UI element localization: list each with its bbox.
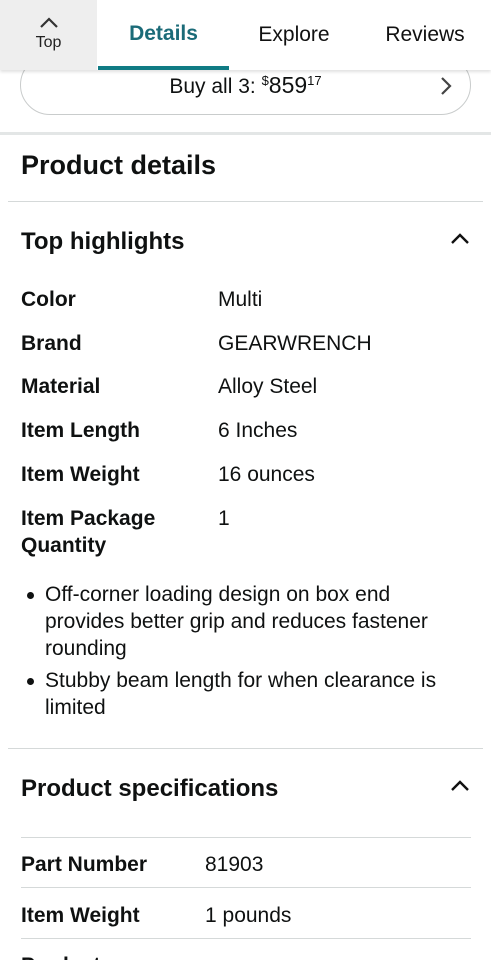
divider — [21, 837, 471, 838]
tab-details[interactable]: Details — [98, 0, 229, 70]
section-divider — [0, 132, 491, 135]
highlight-key-item-length: Item Length — [21, 419, 140, 442]
spec-key-product: Product — [21, 952, 100, 960]
chevron-up-icon[interactable] — [450, 232, 470, 244]
top-highlights-heading[interactable]: Top highlights — [21, 228, 185, 256]
chevron-right-icon — [441, 77, 452, 95]
highlight-key-brand: Brand — [21, 332, 82, 355]
highlight-bullets: Off-corner loading design on box end pro… — [21, 581, 471, 726]
divider — [8, 748, 483, 749]
top-navigation: Top Details Explore Reviews — [0, 0, 491, 70]
spec-value-item-weight: 1 pounds — [205, 904, 292, 927]
chevron-up-icon — [40, 17, 58, 28]
price-fraction: 17 — [307, 73, 322, 88]
highlight-value-color: Multi — [218, 288, 263, 311]
active-tab-indicator — [98, 66, 229, 70]
divider — [8, 201, 483, 202]
highlight-key-material: Material — [21, 375, 101, 398]
highlight-key-color: Color — [21, 288, 76, 311]
price-currency: $ — [261, 73, 269, 88]
highlight-key-package-quantity: Item Package — [21, 507, 156, 530]
highlight-value-item-weight: 16 ounces — [218, 463, 315, 486]
buy-all-text: Buy all 3: $85917 — [21, 72, 470, 99]
price-whole: 859 — [268, 72, 308, 98]
highlight-value-material: Alloy Steel — [218, 375, 318, 398]
chevron-up-icon[interactable] — [450, 779, 470, 791]
highlight-value-item-length: 6 Inches — [218, 419, 298, 442]
highlight-value-package-quantity: 1 — [218, 507, 230, 530]
bullet-item: Stubby beam length for when clearance is… — [21, 667, 471, 721]
divider — [21, 938, 471, 939]
highlight-key-package-quantity-line2: Quantity — [21, 534, 107, 557]
highlight-key-item-weight: Item Weight — [21, 463, 140, 486]
divider — [21, 887, 471, 888]
buy-all-prefix: Buy all 3: — [169, 75, 262, 98]
product-specifications-heading[interactable]: Product specifications — [21, 775, 278, 803]
spec-key-part-number: Part Number — [21, 853, 148, 876]
top-label: Top — [35, 34, 62, 51]
tab-reviews[interactable]: Reviews — [365, 0, 485, 70]
back-to-top-button[interactable]: Top — [0, 0, 97, 70]
bullet-item: Off-corner loading design on box end pro… — [21, 581, 471, 662]
spec-key-item-weight: Item Weight — [21, 904, 140, 927]
highlight-value-brand: GEARWRENCH — [218, 332, 372, 355]
spec-value-part-number: 81903 — [205, 853, 264, 876]
product-details-heading: Product details — [21, 150, 217, 180]
tab-explore[interactable]: Explore — [234, 0, 354, 70]
